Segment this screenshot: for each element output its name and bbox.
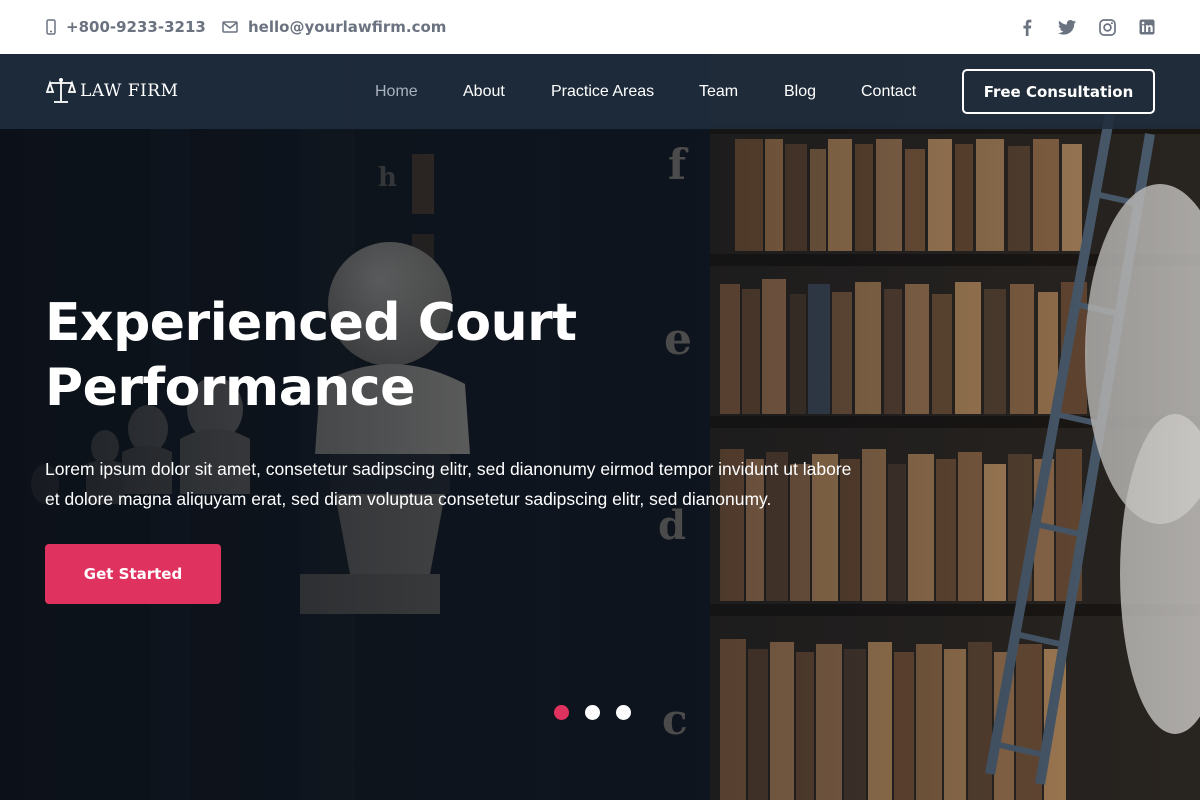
nav-item-about[interactable]: About [463,83,505,101]
scales-of-justice-icon [46,78,76,103]
carousel-dots [554,705,631,720]
carousel-dot-1[interactable] [554,705,569,720]
carousel-dot-2[interactable] [585,705,600,720]
nav-item-blog[interactable]: Blog [784,83,816,101]
mail-icon [222,21,238,33]
phone-icon [46,19,56,35]
nav-item-contact[interactable]: Contact [861,83,916,101]
hero-headline: Experienced Court Performance [45,293,577,418]
phone-number: +800-9233-3213 [66,18,206,36]
twitter-icon[interactable] [1058,18,1076,36]
nav-item-team[interactable]: Team [699,83,738,101]
nav-item-practice-areas[interactable]: Practice Areas [551,83,654,101]
brand-name: LAW FIRM [80,81,179,101]
instagram-icon[interactable] [1098,18,1116,36]
phone-contact[interactable]: +800-9233-3213 [46,0,206,54]
free-consultation-button[interactable]: Free Consultation [962,69,1155,114]
brand-logo[interactable]: LAW FIRM [46,76,178,106]
nav-item-home[interactable]: Home [375,83,418,101]
carousel-dot-3[interactable] [616,705,631,720]
top-contact-bar: +800-9233-3213 hello@yourlawfirm.com [0,0,1200,54]
social-links [1018,0,1156,54]
get-started-button[interactable]: Get Started [45,544,221,604]
email-contact[interactable]: hello@yourlawfirm.com [222,0,446,54]
hero-section: h g f e d c [0,54,1200,800]
facebook-icon[interactable] [1018,18,1036,36]
email-address: hello@yourlawfirm.com [248,18,447,36]
hero-description: Lorem ipsum dolor sit amet, consetetur s… [45,459,852,509]
main-navbar: LAW FIRM Home About Practice Areas Team … [0,54,1200,129]
library-background-image: h g f e d c [0,54,1200,800]
linkedin-icon[interactable] [1138,18,1156,36]
